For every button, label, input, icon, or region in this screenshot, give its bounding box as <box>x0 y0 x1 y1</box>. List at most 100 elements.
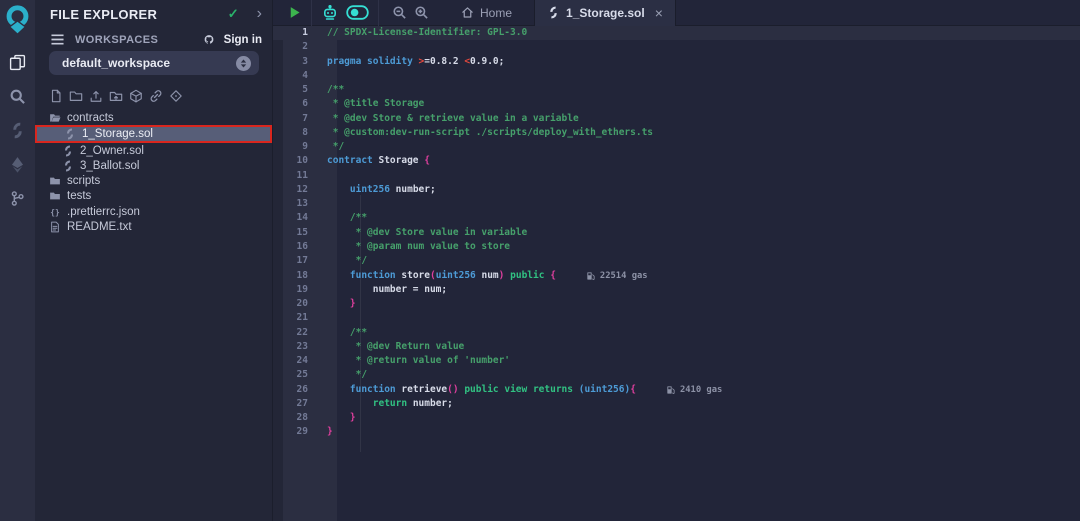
line-number[interactable]: 27 <box>273 397 327 411</box>
tree-item[interactable]: {} .prettierrc.json <box>35 204 272 219</box>
tree-item-selected[interactable]: 1_Storage.sol <box>35 125 272 143</box>
code-text: */ <box>327 254 367 268</box>
code-line[interactable]: 17 */ <box>273 254 1080 268</box>
line-number[interactable]: 29 <box>273 425 327 439</box>
toggle-on-button[interactable] <box>346 5 369 20</box>
code-line[interactable]: 20 } <box>273 297 1080 311</box>
file-explorer-icon[interactable] <box>0 45 35 79</box>
close-tab-icon[interactable]: × <box>655 5 663 21</box>
remix-logo-icon[interactable] <box>4 5 31 35</box>
robot-button[interactable] <box>321 5 339 21</box>
code-line[interactable]: 18 function store(uint256 num) public { … <box>273 269 1080 283</box>
zoom-out-button[interactable] <box>392 5 407 20</box>
code-line[interactable]: 2 <box>273 40 1080 54</box>
deploy-run-icon[interactable] <box>0 147 35 181</box>
code-line[interactable]: 10 contract Storage { <box>273 154 1080 168</box>
zoom-in-button[interactable] <box>414 5 429 20</box>
line-number[interactable]: 26 <box>273 383 327 397</box>
line-number[interactable]: 24 <box>273 354 327 368</box>
code-line[interactable]: 5 /** <box>273 83 1080 97</box>
code-line[interactable]: 28 } <box>273 411 1080 425</box>
code-line[interactable]: 6 * @title Storage <box>273 97 1080 111</box>
code-line[interactable]: 7 * @dev Store & retrieve value in a var… <box>273 112 1080 126</box>
solidity-compiler-icon[interactable] <box>0 113 35 147</box>
new-folder-icon[interactable] <box>68 88 84 104</box>
tree-item[interactable]: README.txt <box>35 219 272 234</box>
line-number[interactable]: 23 <box>273 340 327 354</box>
workspaces-row: WORKSPACES Sign in <box>50 31 262 48</box>
code-line[interactable]: 24 * @return value of 'number' <box>273 354 1080 368</box>
upload-folder-icon[interactable] <box>108 88 124 104</box>
code-line[interactable]: 14 /** <box>273 211 1080 225</box>
line-number[interactable]: 7 <box>273 112 327 126</box>
code-line[interactable]: 29 } <box>273 425 1080 439</box>
code-line[interactable]: 4 <box>273 69 1080 83</box>
line-number[interactable]: 25 <box>273 368 327 382</box>
tree-item[interactable]: scripts <box>35 174 272 189</box>
line-number[interactable]: 15 <box>273 226 327 240</box>
tree-item[interactable]: tests <box>35 189 272 204</box>
code-line[interactable]: 16 * @param num value to store <box>273 240 1080 254</box>
check-icon[interactable]: ✓ <box>228 6 239 22</box>
tree-item[interactable]: 3_Ballot.sol <box>35 158 272 173</box>
code-line[interactable]: 12 uint256 number; <box>273 183 1080 197</box>
line-number[interactable]: 18 <box>273 269 327 283</box>
code-text: contract Storage { <box>327 154 430 168</box>
code-line[interactable]: 1 // SPDX-License-Identifier: GPL-3.0 <box>273 26 1080 40</box>
gas-estimate-badge: 22514 gas <box>586 269 648 283</box>
code-line[interactable]: 25 */ <box>273 368 1080 382</box>
code-line[interactable]: 22 /** <box>273 326 1080 340</box>
cube-icon[interactable] <box>128 88 144 104</box>
code-line[interactable]: 8 * @custom:dev-run-script ./scripts/dep… <box>273 126 1080 140</box>
line-number[interactable]: 19 <box>273 283 327 297</box>
line-number[interactable]: 28 <box>273 411 327 425</box>
line-number[interactable]: 11 <box>273 169 327 183</box>
code-line[interactable]: 11 <box>273 169 1080 183</box>
code-line[interactable]: 27 return number; <box>273 397 1080 411</box>
line-number[interactable]: 4 <box>273 69 327 83</box>
tree-item[interactable]: 2_Owner.sol <box>35 143 272 158</box>
line-number[interactable]: 12 <box>273 183 327 197</box>
hamburger-menu-icon[interactable] <box>50 33 66 47</box>
link-icon[interactable] <box>148 88 164 104</box>
line-number[interactable]: 16 <box>273 240 327 254</box>
line-number[interactable]: 2 <box>273 40 327 54</box>
code-editor[interactable]: 1 // SPDX-License-Identifier: GPL-3.0 2 … <box>273 26 1080 521</box>
code-line[interactable]: 3 pragma solidity >=0.8.2 <0.9.0; <box>273 55 1080 69</box>
solidity-file-icon <box>61 159 74 172</box>
code-line[interactable]: 23 * @dev Return value <box>273 340 1080 354</box>
line-number[interactable]: 22 <box>273 326 327 340</box>
code-line[interactable]: 9 */ <box>273 140 1080 154</box>
workspace-select-arrows-icon[interactable] <box>236 56 251 71</box>
diamond-icon[interactable] <box>168 88 184 104</box>
line-number[interactable]: 5 <box>273 83 327 97</box>
code-line[interactable]: 21 <box>273 311 1080 325</box>
line-number[interactable]: 17 <box>273 254 327 268</box>
code-line[interactable]: 26 function retrieve() public view retur… <box>273 383 1080 397</box>
workspace-select[interactable]: default_workspace <box>49 51 259 75</box>
new-file-icon[interactable] <box>48 88 64 104</box>
line-number[interactable]: 14 <box>273 211 327 225</box>
tab-1_storage.sol[interactable]: 1_Storage.sol× <box>534 0 676 26</box>
upload-file-icon[interactable] <box>88 88 104 104</box>
line-number[interactable]: 20 <box>273 297 327 311</box>
sign-in-button[interactable]: Sign in <box>204 32 262 47</box>
chevron-right-icon[interactable]: › <box>257 7 262 21</box>
play-button[interactable] <box>287 5 302 20</box>
line-number[interactable]: 21 <box>273 311 327 325</box>
tree-item[interactable]: contracts <box>35 110 272 125</box>
line-number[interactable]: 3 <box>273 55 327 69</box>
line-number[interactable]: 8 <box>273 126 327 140</box>
line-number[interactable]: 6 <box>273 97 327 111</box>
tab-home[interactable]: Home <box>451 0 522 26</box>
line-number[interactable]: 9 <box>273 140 327 154</box>
code-line[interactable]: 19 number = num; <box>273 283 1080 297</box>
line-number[interactable]: 1 <box>273 26 327 40</box>
code-line[interactable]: 13 <box>273 197 1080 211</box>
search-icon[interactable] <box>0 79 35 113</box>
line-number[interactable]: 13 <box>273 197 327 211</box>
line-number[interactable]: 10 <box>273 154 327 168</box>
code-line[interactable]: 15 * @dev Store value in variable <box>273 226 1080 240</box>
panel-title: FILE EXPLORER <box>50 7 228 22</box>
git-icon[interactable] <box>0 181 35 215</box>
